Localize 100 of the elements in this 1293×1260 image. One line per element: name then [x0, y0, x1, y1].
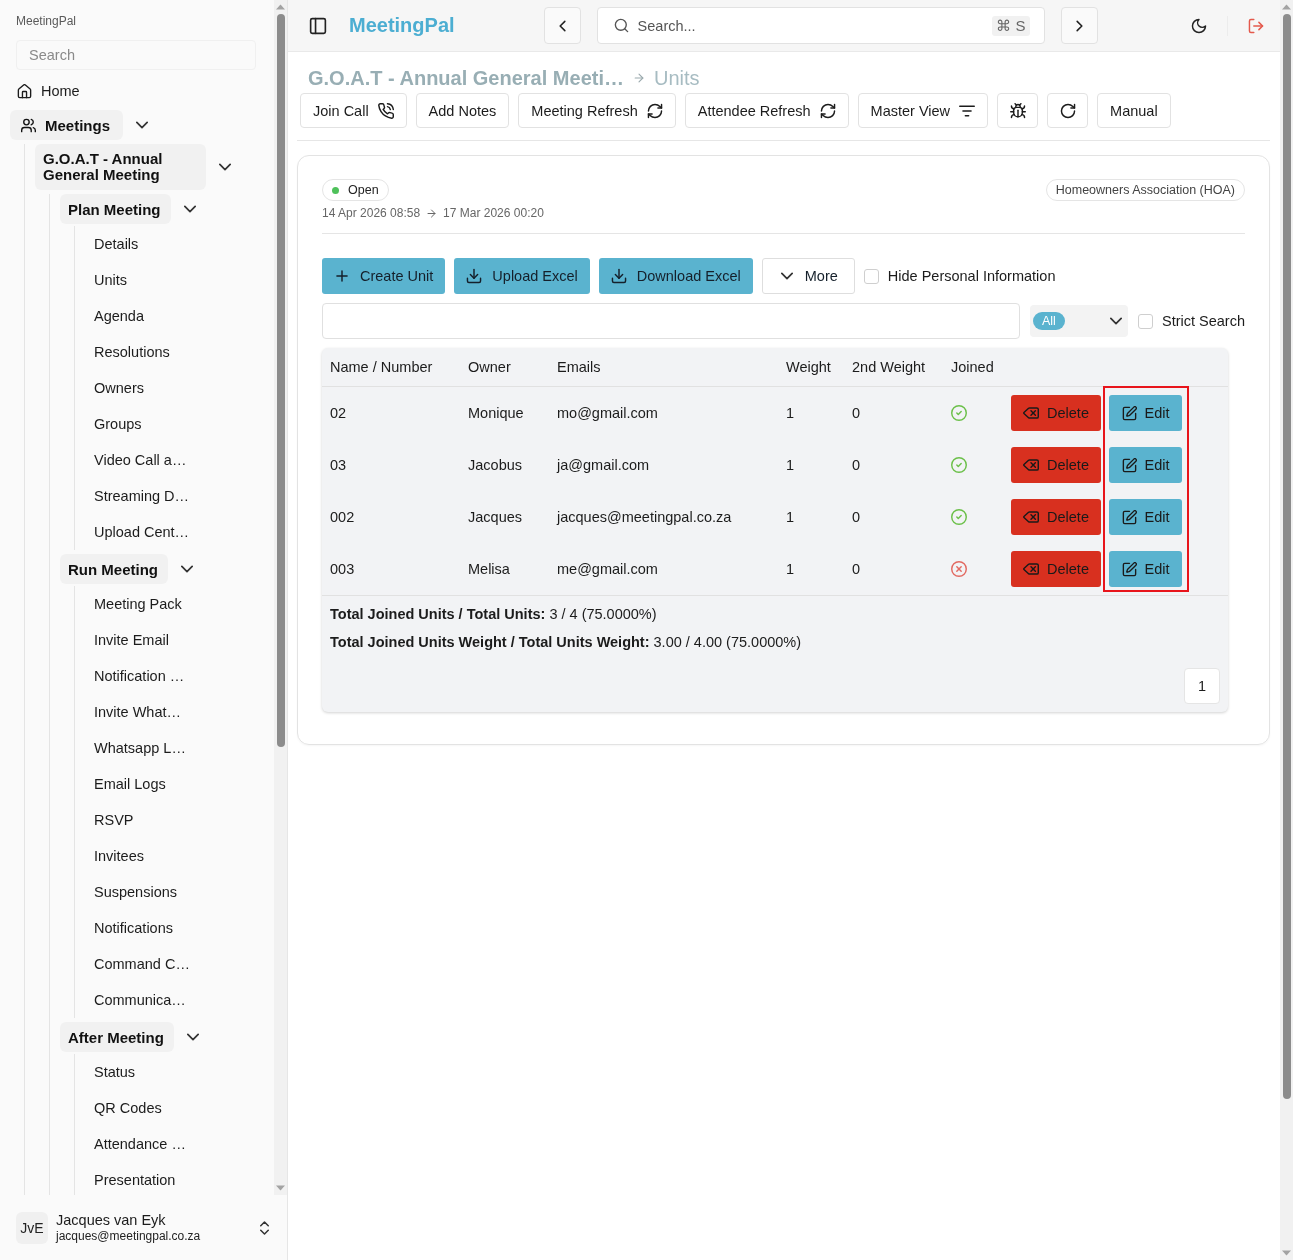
column-header: Emails [557, 359, 601, 375]
nav-item[interactable]: Resolutions [85, 334, 179, 370]
delete-button[interactable]: Delete [1011, 447, 1101, 483]
table-cell: 03 [330, 457, 347, 473]
shortcut-key: ⌘ S [992, 15, 1030, 36]
edit-button[interactable]: Edit [1109, 499, 1182, 535]
panel-icon[interactable] [309, 16, 327, 35]
scrollbar-thumb[interactable] [276, 14, 285, 747]
page-button[interactable]: 1 [1184, 668, 1220, 704]
nav-item[interactable]: Meeting Pack [85, 586, 191, 622]
more-button[interactable]: More [761, 258, 855, 294]
end-date: 17 Mar 2026 00:20 [443, 206, 544, 220]
chevron-down-icon[interactable] [136, 121, 148, 129]
nav-group-item[interactable]: Plan Meeting [60, 194, 171, 224]
scrollbar[interactable] [1280, 0, 1293, 1260]
attendee-refresh-button[interactable]: Attendee Refresh [684, 93, 849, 128]
arrow-right-icon [426, 207, 438, 219]
upload-excel-button[interactable]: Upload Excel [454, 258, 590, 294]
chevrons-up-down-icon[interactable] [260, 1220, 269, 1235]
nav-item[interactable]: Communica… [85, 982, 195, 1018]
users-icon [21, 117, 36, 133]
edit-button[interactable]: Edit [1109, 395, 1182, 431]
rotate-icon [1059, 102, 1076, 119]
nav-item[interactable]: Upload Cent… [85, 514, 199, 550]
hide-personal-info-label[interactable]: Hide Personal Information [887, 268, 1056, 284]
search-icon [613, 18, 629, 33]
nav-item[interactable]: QR Codes [85, 1090, 171, 1126]
table-cell: Melisa [468, 561, 510, 577]
chevron-down-icon [1110, 317, 1122, 325]
scroll-up-icon[interactable] [276, 4, 285, 10]
nav-item[interactable]: Streaming D… [85, 478, 199, 514]
manual-button[interactable]: Manual [1097, 93, 1171, 128]
master-view-button[interactable]: Master View [857, 93, 989, 128]
table-cell: 0 [852, 405, 861, 421]
nav-item[interactable]: Status [85, 1054, 145, 1090]
add-notes-button[interactable]: Add Notes [415, 93, 510, 128]
back-button[interactable] [543, 7, 581, 44]
nav-item[interactable]: Presentation [85, 1162, 185, 1195]
scrollbar[interactable] [274, 0, 287, 1195]
logout-icon[interactable] [1248, 17, 1264, 34]
nav-item[interactable]: Attendance … [85, 1126, 195, 1162]
lines-icon [959, 102, 976, 119]
nav-item[interactable]: Owners [85, 370, 153, 406]
chevron-down-icon[interactable] [219, 163, 231, 171]
nav-group-item[interactable]: After Meeting [60, 1022, 174, 1052]
create-unit-button[interactable]: Create Unit [322, 258, 446, 294]
breadcrumb-current: Units [653, 66, 700, 90]
pen-square-icon [1121, 457, 1137, 473]
nav-item[interactable]: Agenda [85, 298, 153, 334]
scroll-down-icon[interactable] [1282, 1250, 1291, 1256]
meeting-refresh-button[interactable]: Meeting Refresh [518, 93, 676, 128]
join-call-button[interactable]: Join Call [300, 93, 407, 128]
scroll-down-icon[interactable] [276, 1185, 285, 1191]
search-field[interactable]: Search [16, 40, 256, 70]
column-header: Joined [951, 359, 994, 375]
checkbox[interactable] [1138, 313, 1153, 329]
chevron-down-icon[interactable] [186, 1033, 199, 1041]
chevron-down-icon[interactable] [183, 205, 196, 213]
nav-item[interactable]: Command C… [85, 946, 199, 982]
refresh-icon [646, 102, 663, 119]
strict-search-label[interactable]: Strict Search [1162, 313, 1245, 329]
table-cell: 003 [330, 561, 355, 577]
search-input[interactable] [322, 303, 1020, 339]
nav-item[interactable]: Notifications [85, 910, 182, 946]
edit-button[interactable]: Edit [1109, 447, 1182, 483]
bug-button[interactable] [997, 93, 1039, 128]
checkbox[interactable] [863, 268, 879, 284]
nav-item[interactable]: Video Call a… [85, 442, 196, 478]
plus-icon [334, 268, 350, 284]
search-field[interactable]: Search... ⌘ S [596, 7, 1045, 44]
download-excel-button[interactable]: Download Excel [598, 258, 753, 294]
delete-button[interactable]: Delete [1011, 499, 1101, 535]
reload-button[interactable] [1047, 93, 1089, 128]
nav-item[interactable]: RSVP [85, 802, 143, 838]
nav-item[interactable]: Suspensions [85, 874, 187, 910]
nav-item[interactable]: Email Logs [85, 766, 175, 802]
delete-icon [1023, 561, 1040, 577]
search-input[interactable]: Search... [637, 17, 984, 34]
forward-button[interactable] [1060, 7, 1098, 44]
nav-item[interactable]: Home [10, 76, 80, 106]
nav-item[interactable]: Units [85, 262, 137, 298]
nav-item[interactable]: Invite What… [85, 694, 191, 730]
nav-group-item[interactable]: G.O.A.T - Annual General Meeting [35, 144, 206, 190]
nav-item[interactable]: Invite Email [85, 622, 178, 658]
moon-icon[interactable] [1191, 17, 1207, 34]
delete-button[interactable]: Delete [1011, 395, 1101, 431]
nav-item[interactable]: Whatsapp L… [85, 730, 195, 766]
status-label: Open [348, 183, 379, 197]
scroll-up-icon[interactable] [1282, 4, 1291, 10]
nav-item[interactable]: Invitees [85, 838, 153, 874]
delete-button[interactable]: Delete [1011, 551, 1101, 587]
nav-group-item[interactable]: Meetings [10, 110, 123, 140]
nav-item[interactable]: Details [85, 226, 148, 262]
nav-item[interactable]: Notification … [85, 658, 194, 694]
chevron-down-icon[interactable] [181, 565, 193, 573]
nav-group-item[interactable]: Run Meeting [60, 554, 168, 584]
nav-item[interactable]: Groups [85, 406, 151, 442]
table-cell: 1 [786, 561, 795, 577]
edit-button[interactable]: Edit [1109, 551, 1182, 587]
scrollbar-thumb[interactable] [1282, 14, 1291, 1099]
